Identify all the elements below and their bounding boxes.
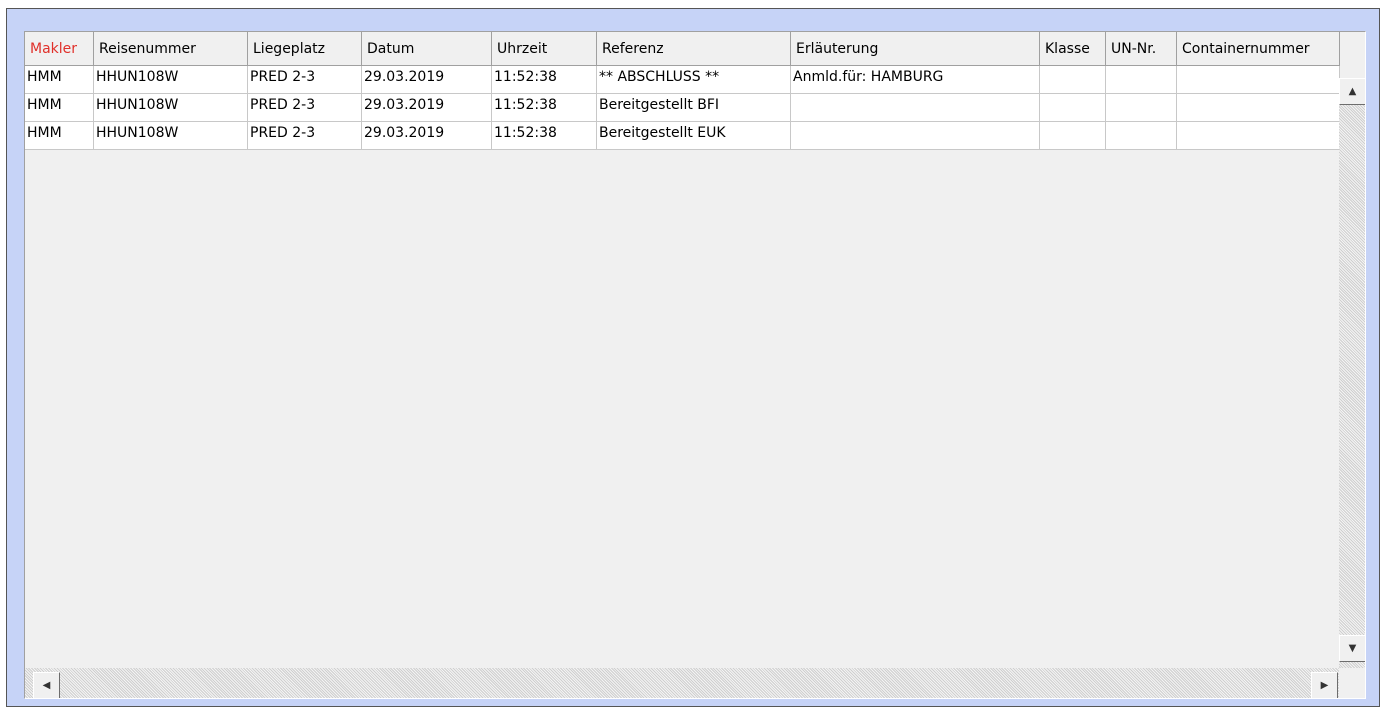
window: Makler Reisenummer Liegeplatz Datum Uhrz…	[6, 8, 1380, 707]
cell-datum[interactable]: 29.03.2019	[362, 66, 492, 94]
cell-referenz[interactable]: Bereitgestellt EUK	[597, 122, 791, 150]
column-header-liegeplatz[interactable]: Liegeplatz	[248, 32, 362, 66]
cell-klasse[interactable]	[1040, 66, 1106, 94]
column-header-klasse[interactable]: Klasse	[1040, 32, 1106, 66]
cell-containernummer[interactable]	[1177, 66, 1340, 94]
column-header-reisenummer[interactable]: Reisenummer	[94, 32, 248, 66]
cell-erlaeuterung[interactable]	[791, 122, 1040, 150]
table-row[interactable]: HMM HHUN108W PRED 2-3 29.03.2019 11:52:3…	[25, 94, 1340, 122]
horizontal-scrollbar[interactable]	[25, 668, 1339, 698]
cell-uhrzeit[interactable]: 11:52:38	[492, 122, 597, 150]
cell-uhrzeit[interactable]: 11:52:38	[492, 94, 597, 122]
header-row: Makler Reisenummer Liegeplatz Datum Uhrz…	[25, 32, 1340, 66]
column-header-erlaeuterung[interactable]: Erläuterung	[791, 32, 1040, 66]
data-grid[interactable]: Makler Reisenummer Liegeplatz Datum Uhrz…	[24, 31, 1366, 699]
column-header-un-nr[interactable]: UN-Nr.	[1106, 32, 1177, 66]
cell-un-nr[interactable]	[1106, 94, 1177, 122]
scrollbar-corner	[1339, 668, 1365, 698]
scroll-down-button[interactable]: ▼	[1339, 635, 1365, 662]
cell-erlaeuterung[interactable]: Anmld.für: HAMBURG	[791, 66, 1040, 94]
arrow-down-icon: ▼	[1348, 643, 1357, 654]
arrow-left-icon: ◀	[42, 680, 51, 691]
cell-datum[interactable]: 29.03.2019	[362, 122, 492, 150]
cell-un-nr[interactable]	[1106, 122, 1177, 150]
column-header-containernummer[interactable]: Containernummer	[1177, 32, 1340, 66]
cell-referenz[interactable]: Bereitgestellt BFI	[597, 94, 791, 122]
scroll-left-button[interactable]: ◀	[33, 672, 60, 698]
cell-referenz[interactable]: ** ABSCHLUSS **	[597, 66, 791, 94]
cell-containernummer[interactable]	[1177, 94, 1340, 122]
cell-makler[interactable]: HMM	[25, 66, 94, 94]
column-header-uhrzeit[interactable]: Uhrzeit	[492, 32, 597, 66]
cell-klasse[interactable]	[1040, 94, 1106, 122]
cell-uhrzeit[interactable]: 11:52:38	[492, 66, 597, 94]
arrow-right-icon: ▶	[1320, 680, 1329, 691]
table-row[interactable]: HMM HHUN108W PRED 2-3 29.03.2019 11:52:3…	[25, 122, 1340, 150]
scroll-up-button[interactable]: ▲	[1339, 78, 1365, 105]
cell-liegeplatz[interactable]: PRED 2-3	[248, 94, 362, 122]
column-header-makler[interactable]: Makler	[25, 32, 94, 66]
grid-table: Makler Reisenummer Liegeplatz Datum Uhrz…	[25, 32, 1340, 150]
cell-containernummer[interactable]	[1177, 122, 1340, 150]
column-header-referenz[interactable]: Referenz	[597, 32, 791, 66]
table-row[interactable]: HMM HHUN108W PRED 2-3 29.03.2019 11:52:3…	[25, 66, 1340, 94]
cell-makler[interactable]: HMM	[25, 122, 94, 150]
cell-reisenummer[interactable]: HHUN108W	[94, 122, 248, 150]
cell-klasse[interactable]	[1040, 122, 1106, 150]
vertical-scrollbar[interactable]	[1339, 78, 1365, 690]
scroll-right-button[interactable]: ▶	[1311, 672, 1338, 698]
cell-reisenummer[interactable]: HHUN108W	[94, 94, 248, 122]
cell-liegeplatz[interactable]: PRED 2-3	[248, 122, 362, 150]
cell-liegeplatz[interactable]: PRED 2-3	[248, 66, 362, 94]
cell-reisenummer[interactable]: HHUN108W	[94, 66, 248, 94]
cell-erlaeuterung[interactable]	[791, 94, 1040, 122]
cell-makler[interactable]: HMM	[25, 94, 94, 122]
column-header-datum[interactable]: Datum	[362, 32, 492, 66]
cell-datum[interactable]: 29.03.2019	[362, 94, 492, 122]
arrow-up-icon: ▲	[1348, 86, 1357, 97]
cell-un-nr[interactable]	[1106, 66, 1177, 94]
